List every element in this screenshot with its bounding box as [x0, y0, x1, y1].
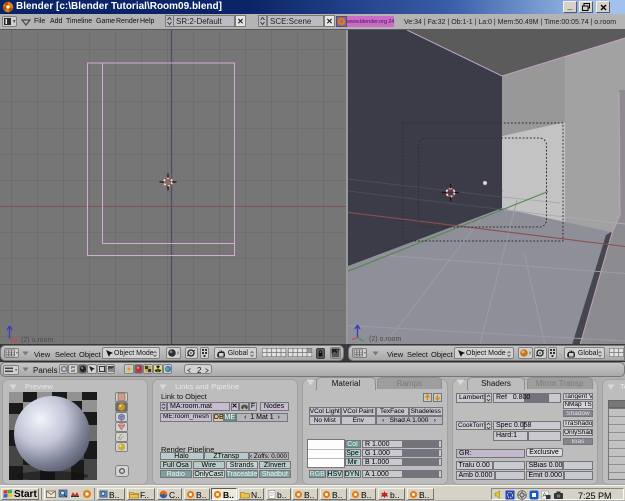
svg-text:(2) o.room: (2) o.room — [21, 337, 53, 344]
svg-text:(2) o.room: (2) o.room — [369, 336, 401, 343]
svg-text:A: A — [543, 493, 547, 499]
